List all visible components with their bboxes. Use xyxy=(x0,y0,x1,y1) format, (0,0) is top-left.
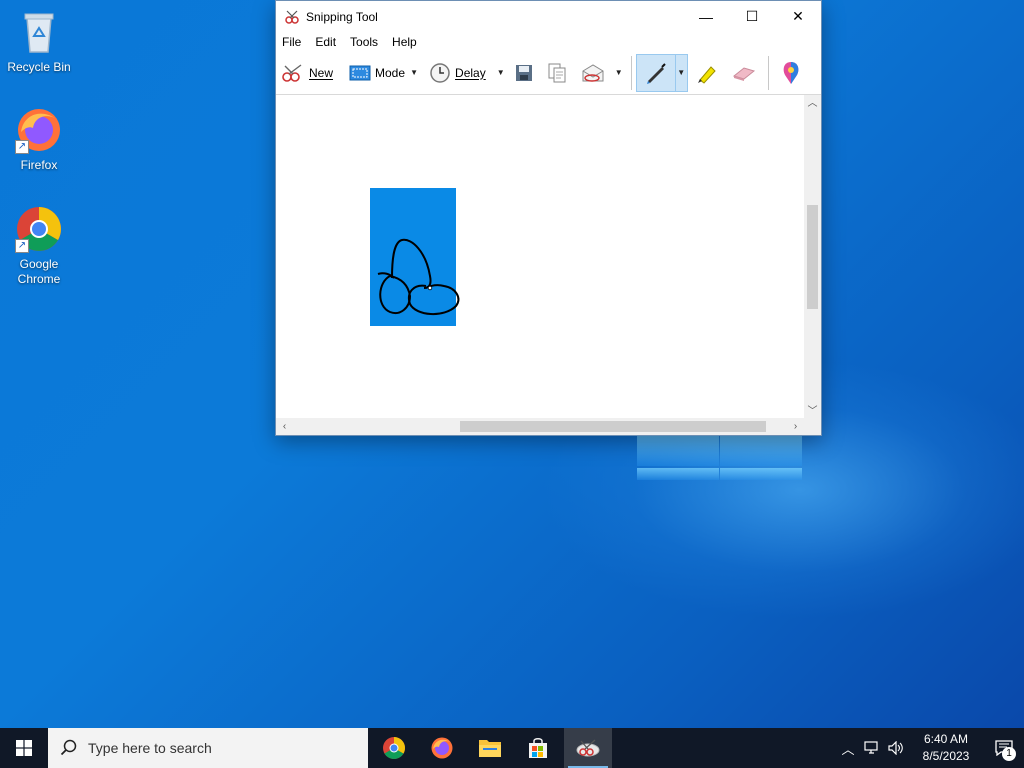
snipping-tool-window: Snipping Tool — ☐ ✕ File Edit Tools Help… xyxy=(275,0,822,436)
recycle-bin-icon xyxy=(15,8,63,56)
start-button[interactable] xyxy=(0,728,48,768)
desktop-icon-firefox[interactable]: ↗ Firefox xyxy=(1,106,77,173)
vertical-scrollbar[interactable]: ︿ ﹀ xyxy=(804,95,821,420)
desktop-icon-label: Recycle Bin xyxy=(7,60,71,74)
save-button[interactable] xyxy=(511,54,537,92)
send-snip-button[interactable] xyxy=(577,54,609,92)
copy-icon xyxy=(548,63,566,82)
floppy-disk-icon xyxy=(515,64,532,81)
title-bar[interactable]: Snipping Tool — ☐ ✕ xyxy=(276,1,821,32)
rectangle-mode-icon xyxy=(349,65,371,80)
desktop-icon-label: Google Chrome xyxy=(17,257,61,286)
pen-dropdown-icon[interactable]: ▼ xyxy=(675,53,688,92)
scroll-left-icon[interactable]: ‹ xyxy=(276,418,293,435)
network-icon[interactable] xyxy=(860,728,884,768)
pen-icon xyxy=(646,62,666,84)
paint-3d-button[interactable] xyxy=(777,54,805,92)
firefox-icon xyxy=(431,737,453,759)
snipping-tool-icon xyxy=(576,739,600,757)
action-center-button[interactable]: 1 xyxy=(984,728,1024,768)
chrome-icon xyxy=(383,737,405,759)
desktop-icon-chrome[interactable]: ↗ Google Chrome xyxy=(1,205,77,287)
eraser-button[interactable] xyxy=(728,54,760,92)
maximize-button[interactable]: ☐ xyxy=(729,1,775,32)
menu-help[interactable]: Help xyxy=(392,35,417,49)
wallpaper-logo-pane xyxy=(720,468,802,480)
delay-label: Delay xyxy=(455,65,486,80)
clock-icon xyxy=(430,62,450,83)
highlighter-button[interactable] xyxy=(692,54,722,92)
mode-label: Mode xyxy=(375,65,406,80)
delay-dropdown-icon[interactable]: ▼ xyxy=(495,68,507,77)
menu-edit[interactable]: Edit xyxy=(315,35,336,49)
mode-dropdown-icon[interactable]: ▼ xyxy=(408,68,420,77)
volume-icon[interactable] xyxy=(884,728,908,768)
mode-button[interactable]: Mode xyxy=(346,54,408,92)
copy-button[interactable] xyxy=(543,54,571,92)
highlighter-icon xyxy=(697,65,716,84)
taskbar-file-explorer-button[interactable] xyxy=(466,728,514,768)
taskbar-snipping-tool-button[interactable] xyxy=(564,728,612,768)
menu-bar: File Edit Tools Help xyxy=(276,32,821,51)
windows-logo-icon xyxy=(16,740,32,756)
scroll-right-icon[interactable]: › xyxy=(787,418,804,435)
taskbar: Type here to search ︿ 6:40 AM 8/5/2023 1 xyxy=(0,728,1024,768)
paint-3d-icon xyxy=(783,61,799,84)
desktop-icon-recycle-bin[interactable]: Recycle Bin xyxy=(1,8,77,75)
taskbar-clock[interactable]: 6:40 AM 8/5/2023 xyxy=(908,731,984,765)
search-placeholder: Type here to search xyxy=(88,740,212,756)
desktop-icon-label: Firefox xyxy=(20,158,58,172)
new-label: New xyxy=(309,65,334,80)
taskbar-chrome-button[interactable] xyxy=(370,728,418,768)
show-hidden-icons-chevron-icon[interactable]: ︿ xyxy=(836,728,860,768)
clock-date: 8/5/2023 xyxy=(922,749,970,763)
vertical-scroll-thumb[interactable] xyxy=(807,205,818,309)
snipping-tool-icon xyxy=(285,10,299,24)
eraser-icon xyxy=(732,66,755,81)
notification-count-badge: 1 xyxy=(1002,747,1016,761)
send-dropdown-icon[interactable]: ▼ xyxy=(613,68,625,77)
shortcut-arrow-icon: ↗ xyxy=(15,140,29,154)
close-button[interactable]: ✕ xyxy=(775,1,821,32)
toolbar-separator xyxy=(767,55,769,90)
snip-canvas[interactable]: ︿ ﹀ ‹ › xyxy=(276,95,821,435)
toolbar: New Mode ▼ Delay ▼ ▼ ▼ xyxy=(276,51,821,95)
clock-time: 6:40 AM xyxy=(923,732,969,746)
scissors-icon xyxy=(282,63,302,82)
captured-snip-image[interactable] xyxy=(370,188,560,338)
minimize-button[interactable]: — xyxy=(683,1,729,32)
menu-file[interactable]: File xyxy=(282,35,301,49)
taskbar-search-box[interactable]: Type here to search xyxy=(48,728,368,768)
store-bag-icon xyxy=(529,738,547,758)
envelope-icon xyxy=(582,63,604,82)
search-icon xyxy=(60,739,77,756)
menu-tools[interactable]: Tools xyxy=(350,35,378,49)
window-title: Snipping Tool xyxy=(306,9,378,24)
shortcut-arrow-icon: ↗ xyxy=(15,239,29,253)
horizontal-scrollbar[interactable]: ‹ › xyxy=(276,418,821,435)
new-snip-button[interactable]: New xyxy=(278,54,336,92)
taskbar-firefox-button[interactable] xyxy=(418,728,466,768)
scroll-up-icon[interactable]: ︿ xyxy=(804,95,821,112)
pen-button[interactable] xyxy=(635,53,676,92)
horizontal-scroll-thumb[interactable] xyxy=(460,421,766,432)
folder-icon xyxy=(479,740,501,757)
toolbar-separator xyxy=(630,55,632,90)
wallpaper-logo-pane xyxy=(637,468,719,480)
delay-button[interactable]: Delay xyxy=(426,54,489,92)
system-tray: ︿ 6:40 AM 8/5/2023 1 xyxy=(836,728,1024,768)
taskbar-store-button[interactable] xyxy=(514,728,562,768)
chrome-icon: ↗ xyxy=(15,205,63,253)
firefox-icon: ↗ xyxy=(15,106,63,154)
